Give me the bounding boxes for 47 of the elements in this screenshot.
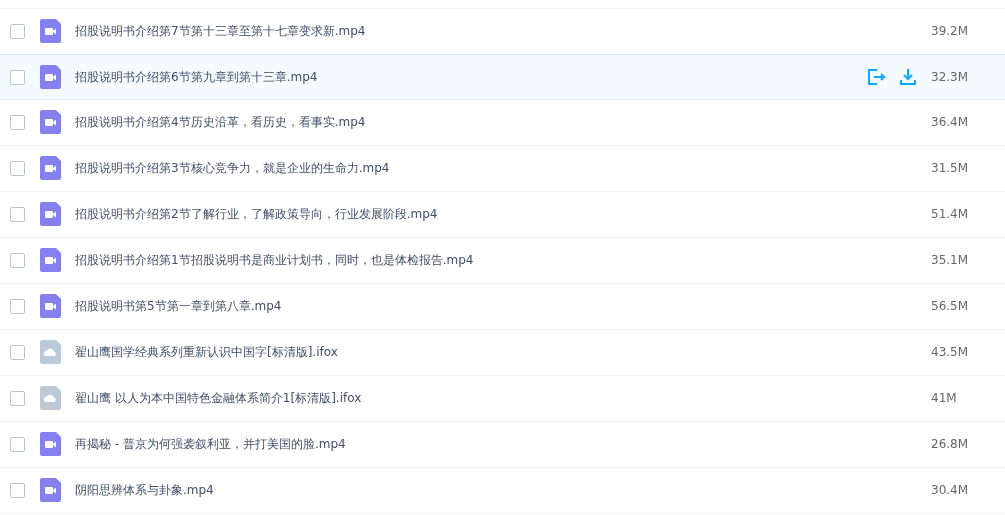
checkbox[interactable] xyxy=(10,69,25,85)
file-name[interactable]: 招股说明书介绍第3节核心竞争力，就是企业的生命力.mp4 xyxy=(75,159,931,177)
file-row[interactable]: 招股说明书介绍第6节第九章到第十三章.mp4 32.3M xyxy=(0,54,1005,100)
file-size: 51.4M xyxy=(931,207,970,221)
video-file-icon xyxy=(40,202,61,226)
file-name[interactable]: 招股说明书介绍第1节招股说明书是商业计划书，同时，也是体检报告.mp4 xyxy=(75,251,931,269)
file-size: 43.5M xyxy=(931,345,970,359)
checkbox[interactable] xyxy=(10,436,25,452)
file-size: 36.4M xyxy=(931,115,970,129)
file-name[interactable]: 阴阳思辨体系与卦象.mp4 xyxy=(75,481,931,499)
file-name[interactable]: 招股说明书介绍第2节了解行业，了解政策导向，行业发展阶段.mp4 xyxy=(75,205,931,223)
file-name[interactable]: 招股说明书介绍第7节第十三章至第十七章变求新.mp4 xyxy=(75,22,931,40)
video-file-icon xyxy=(40,110,61,134)
video-file-icon xyxy=(40,65,61,89)
video-file-icon xyxy=(40,156,61,180)
video-file-icon xyxy=(40,478,61,502)
file-name[interactable]: 招股说明书介绍第4节历史沿革，看历史，看事实.mp4 xyxy=(75,113,931,131)
checkbox[interactable] xyxy=(10,390,25,406)
cloud-file-icon xyxy=(40,340,61,364)
checkbox[interactable] xyxy=(10,344,25,360)
download-icon[interactable] xyxy=(899,68,917,86)
file-size: 30.4M xyxy=(931,483,970,497)
file-size: 31.5M xyxy=(931,161,970,175)
checkbox[interactable] xyxy=(10,482,25,498)
checkbox[interactable] xyxy=(10,252,25,268)
checkbox[interactable] xyxy=(10,23,25,39)
file-size: 56.5M xyxy=(931,299,970,313)
checkbox[interactable] xyxy=(10,206,25,222)
checkbox[interactable] xyxy=(10,114,25,130)
video-file-icon xyxy=(40,248,61,272)
file-name[interactable]: 翟山鹰国学经典系列重新认识中国字[标清版].ifox xyxy=(75,343,931,361)
file-size: 41M xyxy=(931,391,958,405)
checkbox[interactable] xyxy=(10,298,25,314)
file-name[interactable]: 再揭秘 - 普京为何强袭叙利亚，并打美国的脸.mp4 xyxy=(75,435,931,453)
file-name[interactable]: 翟山鹰 以人为本中国特色金融体系简介1[标清版].ifox xyxy=(75,389,931,407)
video-file-icon xyxy=(40,294,61,318)
share-icon[interactable] xyxy=(867,68,885,86)
video-file-icon xyxy=(40,19,61,43)
file-size: 39.2M xyxy=(931,24,970,38)
video-file-icon xyxy=(40,432,61,456)
file-size: 32.3M xyxy=(931,70,970,84)
file-size: 26.8M xyxy=(931,437,970,451)
file-name[interactable]: 招股说明书第5节第一章到第八章.mp4 xyxy=(75,297,931,315)
file-size: 35.1M xyxy=(931,253,970,267)
checkbox[interactable] xyxy=(10,160,25,176)
file-name[interactable]: 招股说明书介绍第6节第九章到第十三章.mp4 xyxy=(75,68,867,86)
cloud-file-icon xyxy=(40,386,61,410)
